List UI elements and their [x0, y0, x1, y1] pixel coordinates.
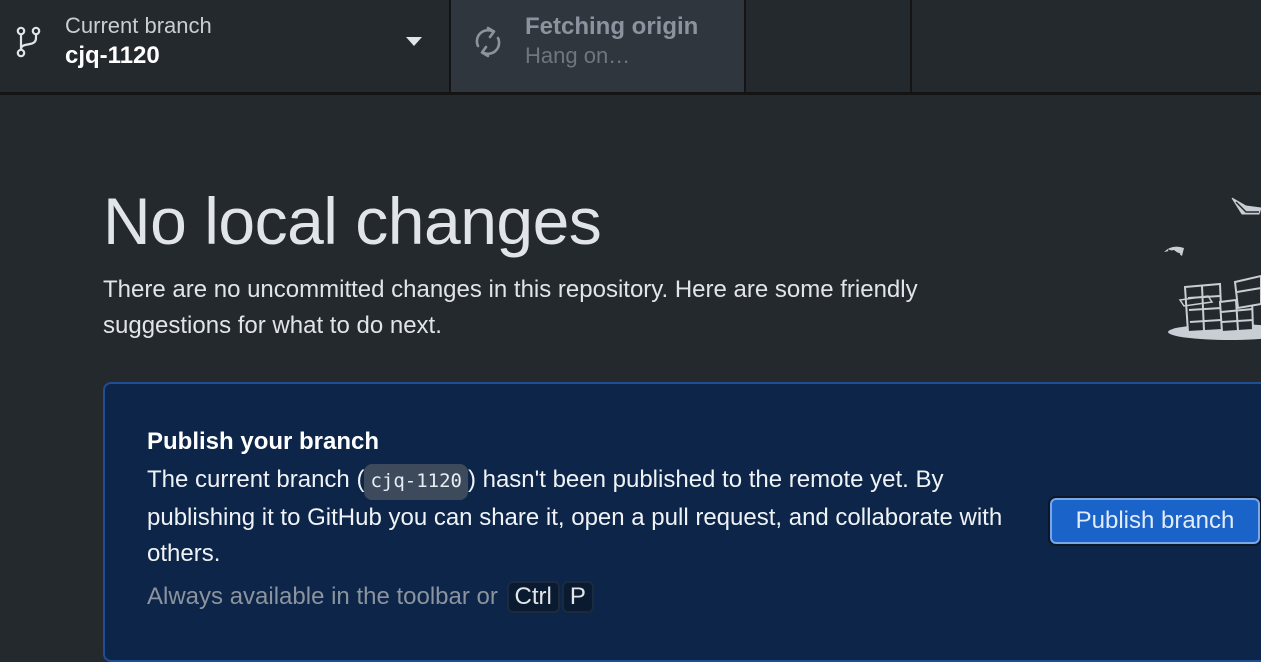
page-title: No local changes — [103, 184, 602, 258]
fetch-origin-status: Hang on… — [525, 43, 631, 68]
sync-icon — [475, 26, 501, 58]
branch-code-pill: cjq-1120 — [364, 464, 468, 500]
publish-card-description: The current branch (cjq-1120) hasn't bee… — [147, 462, 1027, 573]
fetch-origin-button[interactable]: Fetching origin Hang on… — [451, 0, 746, 92]
publish-branch-button[interactable]: Publish branch — [1048, 496, 1261, 546]
chevron-down-icon — [406, 37, 422, 46]
toolbar: Current branch cjq-1120 Fetching origin … — [0, 0, 1261, 95]
git-branch-icon — [16, 26, 41, 58]
publish-card-title: Publish your branch — [147, 428, 380, 455]
fetch-origin-title: Fetching origin — [525, 13, 699, 40]
toolbar-empty-slot — [746, 0, 912, 92]
page-description: There are no uncommitted changes in this… — [103, 276, 918, 339]
publish-branch-card: Publish your branch The current branch (… — [103, 382, 1261, 662]
publish-card-text-before: The current branch ( — [147, 466, 365, 493]
kbd-ctrl: Ctrl — [506, 581, 560, 613]
kbd-p: P — [561, 581, 594, 613]
current-branch-name: cjq-1120 — [65, 42, 160, 69]
current-branch-label: Current branch — [65, 13, 212, 38]
shortcut-hint-text: Always available in the toolbar or — [147, 583, 498, 610]
paper-stack-illustration — [1164, 197, 1261, 340]
toolbar-shortcut-hint: Always available in the toolbar or Ctrl P — [147, 581, 594, 613]
current-branch-button[interactable]: Current branch cjq-1120 — [0, 0, 451, 92]
